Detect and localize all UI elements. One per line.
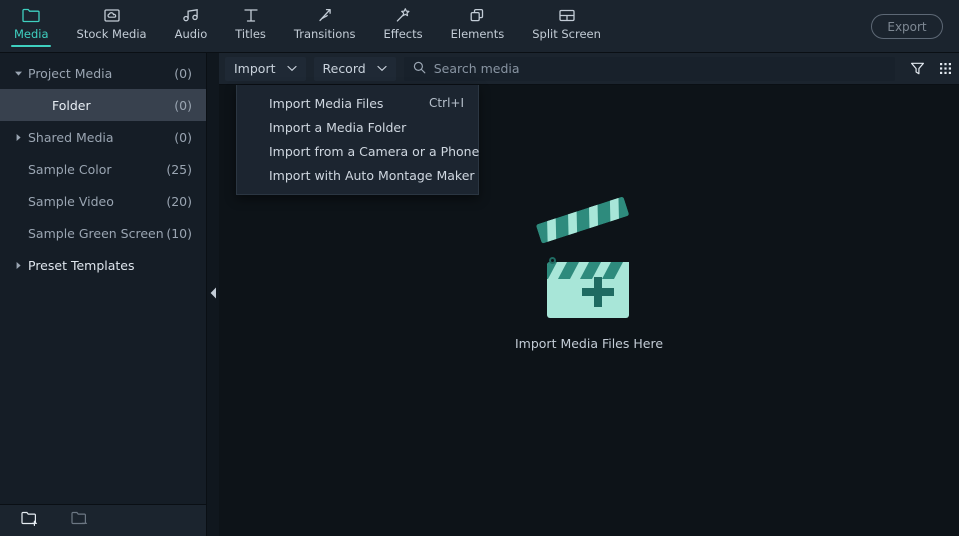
sidebar-item-label: Project Media	[28, 65, 113, 81]
import-dropdown-button[interactable]: Import	[225, 56, 306, 81]
sidebar-item-preset-templates[interactable]: Preset Templates	[0, 249, 206, 281]
clapperboard-plus-icon	[536, 196, 637, 322]
transition-arrow-icon	[313, 5, 337, 25]
filter-funnel-icon[interactable]	[903, 53, 931, 85]
sidebar-item-count: (20)	[166, 193, 192, 209]
media-browser-panel: Import Record Search media Import Media …	[219, 53, 959, 536]
media-toolbar: Import Record	[219, 53, 959, 85]
chevron-down-icon	[286, 65, 297, 72]
menu-item-import-media-files[interactable]: Import Media Files Ctrl+I	[237, 91, 478, 115]
sidebar-bottom-bar	[0, 504, 207, 536]
folder-cloud-icon	[100, 5, 124, 25]
nav-tab-audio[interactable]: Audio	[161, 0, 222, 53]
chevron-down-icon[interactable]	[14, 69, 28, 78]
sidebar-item-label: Preset Templates	[28, 257, 135, 273]
split-screen-icon	[555, 5, 579, 25]
music-notes-icon	[179, 5, 203, 25]
record-dropdown-button[interactable]: Record	[313, 56, 396, 81]
text-t-icon	[239, 5, 263, 25]
sidebar-item-folder[interactable]: Folder (0)	[0, 89, 206, 121]
video-editor-window: Media Stock Media Audio Titles Transitio…	[0, 0, 959, 536]
search-media-field[interactable]	[403, 56, 895, 81]
nav-tab-transitions[interactable]: Transitions	[280, 0, 370, 53]
export-button[interactable]: Export	[871, 14, 943, 39]
menu-item-import-with-auto-montage-maker[interactable]: Import with Auto Montage Maker	[237, 163, 478, 187]
nav-tab-label: Titles	[235, 27, 266, 41]
nav-tab-effects[interactable]: Effects	[370, 0, 437, 53]
menu-item-import-from-camera-or-phone[interactable]: Import from a Camera or a Phone	[237, 139, 480, 163]
folder-icon	[19, 5, 43, 25]
menu-item-shortcut: Ctrl+I	[429, 96, 464, 110]
folder-minus-icon[interactable]	[70, 510, 90, 531]
sidebar-item-count: (25)	[166, 161, 192, 177]
nav-tab-stock-media[interactable]: Stock Media	[63, 0, 161, 53]
collapse-sidebar-handle[interactable]	[208, 285, 218, 301]
nav-tab-label: Effects	[383, 27, 423, 41]
sidebar-item-count: (0)	[174, 97, 192, 113]
top-navigation-bar: Media Stock Media Audio Titles Transitio…	[0, 0, 959, 53]
sidebar-item-count: (10)	[166, 225, 192, 241]
stacked-squares-icon	[465, 5, 489, 25]
record-button-label: Record	[322, 61, 366, 76]
nav-tab-label: Audio	[174, 27, 208, 41]
sidebar-item-sample-green-screen[interactable]: Sample Green Screen (10)	[0, 217, 206, 249]
grid-view-icon[interactable]	[931, 53, 959, 85]
clapperboard-top-bar	[536, 196, 630, 243]
import-dropdown-menu: Import Media Files Ctrl+I Import a Media…	[236, 85, 479, 195]
chevron-down-icon	[377, 65, 387, 72]
nav-tab-elements[interactable]: Elements	[437, 0, 519, 53]
clapperboard-pivot-icon	[549, 256, 556, 264]
import-button-label: Import	[234, 61, 276, 76]
menu-item-label: Import Media Files	[269, 95, 384, 111]
menu-item-label: Import from a Camera or a Phone	[269, 143, 480, 159]
menu-item-label: Import with Auto Montage Maker	[269, 167, 475, 183]
sidebar-item-label: Shared Media	[28, 129, 114, 145]
sidebar-item-sample-color[interactable]: Sample Color (25)	[0, 153, 206, 185]
magic-wand-icon	[391, 5, 415, 25]
folder-plus-icon[interactable]	[20, 510, 40, 531]
nav-tab-media[interactable]: Media	[0, 0, 63, 53]
search-input[interactable]	[433, 61, 886, 76]
sidebar-item-label: Folder	[52, 97, 91, 113]
chevron-right-icon[interactable]	[14, 261, 28, 270]
active-tab-underline	[11, 45, 52, 47]
nav-tab-label: Elements	[450, 27, 505, 41]
nav-tab-split-screen[interactable]: Split Screen	[518, 0, 615, 53]
sidebar-item-shared-media[interactable]: Shared Media (0)	[0, 121, 206, 153]
sidebar-item-label: Sample Video	[28, 193, 114, 209]
sidebar-item-count: (0)	[174, 129, 192, 145]
sidebar-item-count: (0)	[174, 65, 192, 81]
nav-tab-label: Transitions	[293, 27, 356, 41]
nav-tab-label: Split Screen	[532, 27, 601, 41]
menu-item-import-a-media-folder[interactable]: Import a Media Folder	[237, 115, 478, 139]
sidebar-item-project-media[interactable]: Project Media (0)	[0, 57, 206, 89]
sidebar-item-label: Sample Color	[28, 161, 112, 177]
search-icon	[413, 59, 426, 78]
media-library-sidebar: Project Media (0) Folder (0) Shared Medi…	[0, 53, 207, 504]
chevron-right-icon[interactable]	[14, 133, 28, 142]
sidebar-item-label: Sample Green Screen	[28, 225, 164, 241]
nav-tab-titles[interactable]: Titles	[221, 0, 280, 53]
menu-item-label: Import a Media Folder	[269, 119, 407, 135]
sidebar-item-sample-video[interactable]: Sample Video (20)	[0, 185, 206, 217]
nav-tab-label: Media	[14, 27, 49, 41]
nav-tab-label: Stock Media	[76, 27, 147, 41]
empty-state-label: Import Media Files Here	[514, 335, 664, 351]
